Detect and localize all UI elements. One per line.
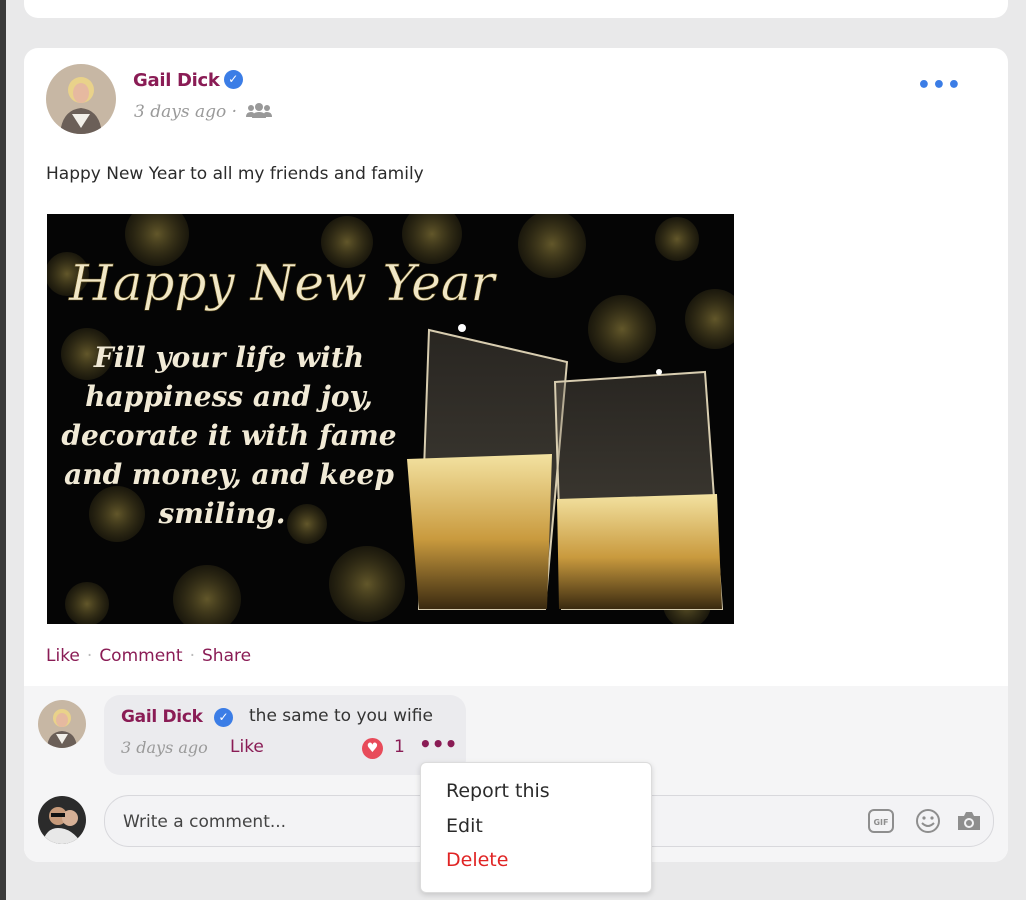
share-button[interactable]: Share <box>202 646 251 666</box>
comment-like-button[interactable]: Like <box>230 737 264 757</box>
post-image[interactable]: Happy New Year Fill your life with happi… <box>47 214 734 624</box>
author-name[interactable]: Gail Dick ✓ <box>133 69 243 91</box>
verified-icon: ✓ <box>223 69 243 89</box>
image-headline: Happy New Year <box>68 254 498 312</box>
post-card: Gail Dick ✓ 3 days ago · ••• Happy New Ye… <box>24 48 1008 862</box>
author-avatar[interactable] <box>46 64 116 134</box>
comment-time[interactable]: 3 days ago <box>121 738 208 757</box>
post-text: Happy New Year to all my friends and fam… <box>46 164 424 184</box>
post-meta: 3 days ago · <box>134 102 273 123</box>
friends-privacy-icon <box>246 102 273 123</box>
like-button[interactable]: Like <box>46 646 80 666</box>
post-time[interactable]: 3 days ago <box>134 102 226 122</box>
comment-bubble: Gail Dick ✓ the same to you wifie 3 days… <box>104 695 466 775</box>
emoji-icon[interactable] <box>915 808 941 838</box>
current-user-avatar <box>38 796 86 844</box>
author-name-text[interactable]: Gail Dick <box>133 70 220 91</box>
image-line-5: smiling. <box>158 497 286 530</box>
action-separator: · <box>189 646 196 666</box>
commenter-avatar[interactable] <box>38 700 86 748</box>
post-actions: Like · Comment · Share <box>46 646 251 666</box>
svg-text:GIF: GIF <box>873 818 888 827</box>
post-options-icon[interactable]: ••• <box>917 75 962 97</box>
image-line-3: decorate it with fame <box>61 419 396 452</box>
previous-post-card <box>24 0 1008 18</box>
image-line-4: and money, and keep <box>64 458 394 491</box>
heart-reaction-icon[interactable]: ♥ <box>362 738 383 759</box>
camera-icon[interactable] <box>955 808 983 838</box>
window-edge <box>0 0 6 900</box>
menu-edit[interactable]: Edit <box>446 815 483 837</box>
menu-delete[interactable]: Delete <box>446 849 508 871</box>
meta-separator: · <box>231 102 238 122</box>
comment-options-menu: Report this Edit Delete <box>420 762 652 893</box>
comment-text: the same to you wifie <box>249 706 433 726</box>
menu-report-this[interactable]: Report this <box>446 780 550 802</box>
comment-button[interactable]: Comment <box>99 646 182 666</box>
gif-icon[interactable]: GIF <box>867 808 895 838</box>
action-separator: · <box>86 646 93 666</box>
comment-options-icon[interactable]: ••• <box>419 734 457 754</box>
image-line-1: Fill your life with <box>93 341 364 374</box>
verified-icon: ✓ <box>214 708 233 727</box>
image-line-2: happiness and joy, <box>85 380 373 413</box>
reaction-count[interactable]: 1 <box>394 737 405 757</box>
comment-author[interactable]: Gail Dick <box>121 707 203 727</box>
